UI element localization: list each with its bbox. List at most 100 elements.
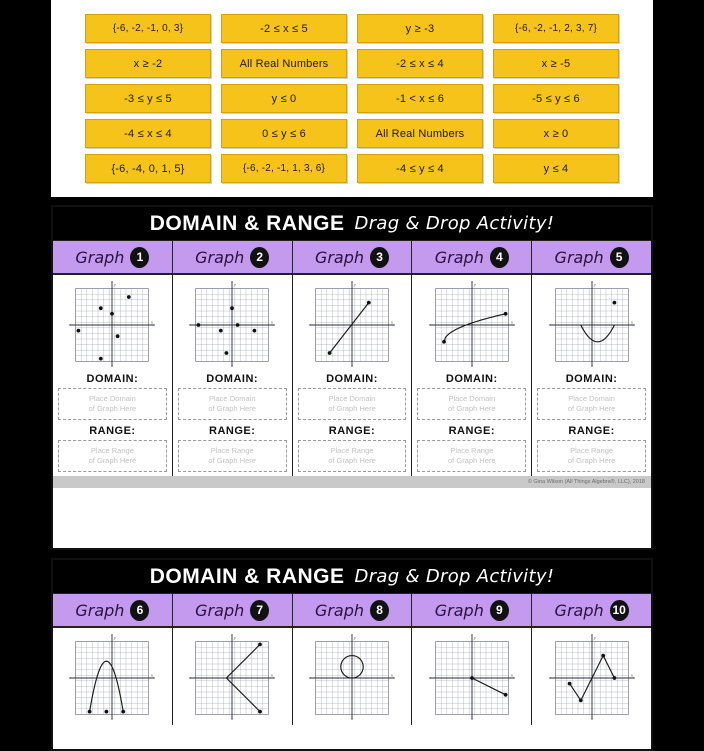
answer-chip[interactable]: y ≤ 4	[493, 154, 619, 183]
domain-placeholder-line-2: of Graph Here	[208, 404, 256, 413]
svg-text:x: x	[390, 319, 393, 324]
range-dropzone[interactable]: Place Range of Graph Here	[297, 440, 407, 472]
svg-text:y: y	[353, 635, 356, 640]
graph-label: Graph	[195, 247, 245, 267]
domain-placeholder-line-2: of Graph Here	[448, 404, 496, 413]
answer-chip[interactable]: y ≥ -3	[357, 14, 483, 43]
answer-chip[interactable]: -5 ≤ y ≤ 6	[493, 84, 619, 113]
graph-5-column: y x DOMAIN: Place Domain of Graph Here RANGE:…	[532, 275, 651, 476]
domain-dropzone[interactable]: Place Domain of Graph Here	[177, 388, 287, 420]
graph-3-plot: yx	[298, 278, 407, 368]
answer-chip[interactable]: x ≥ 0	[493, 119, 619, 148]
answer-chip[interactable]: {-6, -2, -1, 2, 3, 7}	[493, 14, 619, 43]
graph-number-badge: 4	[489, 246, 509, 268]
graph-3-column: y x DOMAIN: Place Domain of Graph Here RANGE:…	[293, 275, 413, 476]
svg-text:y: y	[113, 635, 116, 640]
graph-number-badge: 2	[250, 246, 270, 268]
card-2-columns: yxyxyxyxyx	[53, 628, 651, 725]
range-placeholder-line-1: Place Range	[570, 445, 614, 455]
graph-number-badge: 9	[489, 599, 509, 621]
graph-1-plot: yx	[58, 278, 167, 368]
graph-5: yx	[548, 281, 635, 367]
answer-chip[interactable]: x ≥ -5	[493, 49, 619, 78]
domain-placeholder-line-1: Place Domain	[448, 393, 496, 403]
graph-9-plot: yx	[417, 631, 526, 721]
graph-number-badge: 7	[250, 599, 270, 621]
answer-chip[interactable]: {-6, -2, -1, 0, 3}	[85, 14, 211, 43]
answer-chip[interactable]: -1 < x ≤ 6	[357, 84, 483, 113]
graph-9-column: yx	[412, 628, 533, 725]
svg-text:x: x	[630, 319, 633, 324]
graph-9-header: Graph 9	[412, 594, 533, 626]
svg-text:y: y	[593, 635, 596, 640]
card-1-subtitle: Drag & Drop Activity!	[354, 213, 555, 234]
domain-placeholder-line-2: of Graph Here	[328, 404, 376, 413]
domain-label: DOMAIN:	[86, 373, 139, 385]
card-2-subtitle: Drag & Drop Activity!	[354, 566, 555, 587]
domain-placeholder-line-1: Place Domain	[208, 393, 256, 403]
range-dropzone[interactable]: Place Range of Graph Here	[537, 440, 646, 472]
domain-dropzone[interactable]: Place Domain of Graph Here	[58, 388, 167, 420]
range-dropzone[interactable]: Place Range of Graph Here	[177, 440, 287, 472]
graph-10-header: Graph 10	[532, 594, 651, 626]
graph-2-header: Graph 2	[173, 241, 293, 273]
graph-number-badge: 6	[130, 599, 150, 621]
range-label: RANGE:	[328, 425, 376, 437]
svg-text:y: y	[233, 282, 236, 287]
graph-2-column: y x DOMAIN: Place Domain of Graph Here RANGE:…	[173, 275, 293, 476]
graph-label: Graph	[75, 247, 125, 267]
answer-chip[interactable]: All Real Numbers	[221, 49, 347, 78]
answer-chip[interactable]: -4 ≤ y ≤ 4	[357, 154, 483, 183]
svg-text:x: x	[510, 319, 513, 324]
range-placeholder-line-2: of Graph Here	[88, 456, 137, 465]
answer-chip[interactable]: All Real Numbers	[357, 119, 483, 148]
graph-6: yx	[69, 634, 156, 720]
svg-text:x: x	[510, 672, 513, 677]
range-label: RANGE:	[448, 425, 495, 437]
domain-placeholder-line-1: Place Domain	[568, 393, 615, 403]
graph-label: Graph	[434, 247, 484, 267]
card-1-columns: y x DOMAIN: Place Domain of Graph Here RANGE:…	[53, 275, 651, 476]
graph-10: yx	[548, 634, 635, 720]
answer-chip[interactable]: {-6, -4, 0, 1, 5}	[85, 154, 211, 183]
graph-1: yx	[69, 281, 156, 367]
answer-chip[interactable]: -3 ≤ y ≤ 5	[85, 84, 211, 113]
card-2-title: DOMAIN & RANGE	[149, 564, 345, 588]
graph-8-plot: yx	[298, 631, 407, 721]
answer-chip[interactable]: -4 ≤ x ≤ 4	[85, 119, 211, 148]
answer-chip[interactable]: -2 ≤ x ≤ 4	[357, 49, 483, 78]
graph-6-plot: yx	[58, 631, 167, 721]
range-dropzone[interactable]: Place Range of Graph Here	[58, 440, 167, 472]
range-dropzone[interactable]: Place Range of Graph Here	[417, 440, 527, 472]
card-1-footer: © Gina Wilson (All Things Algebra®, LLC)…	[53, 476, 651, 488]
graph-3-header: Graph 3	[293, 241, 413, 273]
copyright-text: © Gina Wilson (All Things Algebra®, LLC)…	[527, 479, 645, 485]
answer-chip[interactable]: 0 ≤ y ≤ 6	[221, 119, 347, 148]
graph-10-column: yx	[532, 628, 651, 725]
graph-4: yx	[429, 281, 515, 367]
domain-dropzone[interactable]: Place Domain of Graph Here	[297, 388, 407, 420]
svg-text:x: x	[390, 672, 393, 677]
range-label: RANGE:	[89, 425, 136, 437]
answer-chip[interactable]: x ≥ -2	[85, 49, 211, 78]
graph-label: Graph	[314, 247, 365, 267]
range-label: RANGE:	[209, 425, 256, 437]
svg-text:y: y	[353, 282, 356, 287]
svg-text:x: x	[270, 672, 273, 677]
domain-label: DOMAIN:	[326, 373, 378, 385]
domain-dropzone[interactable]: Place Domain of Graph Here	[417, 388, 527, 420]
graph-2-plot: yx	[178, 278, 287, 368]
range-placeholder-line-2: of Graph Here	[328, 456, 376, 465]
answer-bank-row: {-6, -4, 0, 1, 5} {-6, -2, -1, 1, 3, 6} -4…	[59, 154, 645, 183]
domain-dropzone[interactable]: Place Domain of Graph Here	[537, 388, 646, 420]
range-label: RANGE:	[568, 425, 615, 437]
svg-text:x: x	[630, 672, 633, 677]
domain-placeholder-line-1: Place Domain	[328, 393, 376, 403]
activity-card-2: DOMAIN & RANGE Drag & Drop Activity! Gra…	[51, 558, 653, 751]
graph-7: yx	[189, 634, 275, 720]
card-1-title: DOMAIN & RANGE	[149, 211, 345, 235]
answer-chip[interactable]: {-6, -2, -1, 1, 3, 6}	[221, 154, 347, 183]
answer-chip[interactable]: y ≤ 0	[221, 84, 347, 113]
answer-chip[interactable]: -2 ≤ x ≤ 5	[221, 14, 347, 43]
graph-6-header: Graph 6	[53, 594, 173, 626]
